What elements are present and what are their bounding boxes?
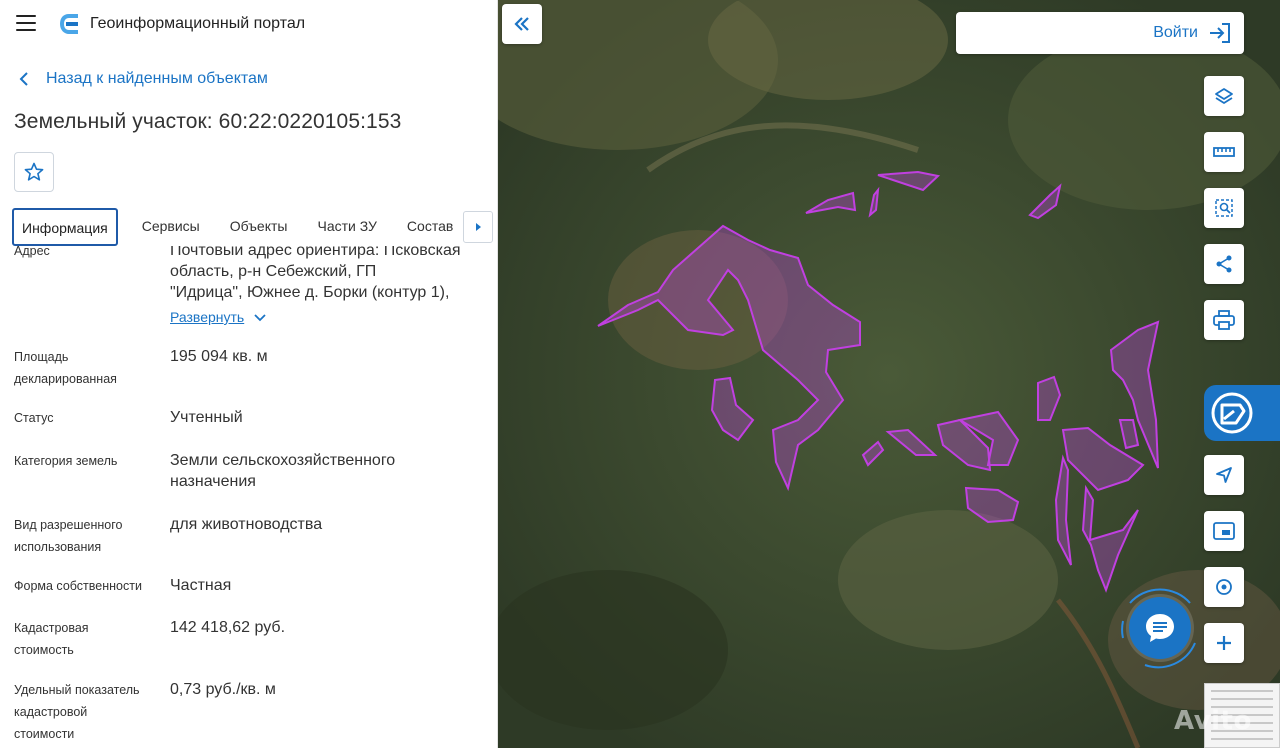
minimap-button[interactable] [1204,511,1244,551]
chat-button[interactable] [1129,597,1191,659]
expand-link-label: Развернуть [170,309,245,325]
info-value: Земли сельскохозяйственного назначения [170,450,490,492]
navigate-icon [1216,467,1232,483]
tab-information[interactable]: Информация [12,208,118,246]
minimap-icon [1213,522,1235,540]
info-label: Статус [14,411,54,425]
header: Геоинформационный портал [0,0,497,48]
info-value: Учтенный [170,409,243,426]
caret-right-icon [476,223,481,231]
label-line: стоимость [14,643,74,657]
info-row-address: Адрес Почтовый адрес ориентира: Псковска… [14,246,494,330]
tab-objects[interactable]: Объекты [210,208,298,246]
select-area-icon [1215,199,1233,217]
location-icon [1216,579,1232,595]
address-line-3: "Идрица", Южнее д. Борки (контур 1), [170,284,450,301]
collapse-panel-button[interactable] [502,4,542,44]
label-line: Кадастровая [14,621,89,635]
chevron-down-icon [254,313,266,321]
double-chevron-left-icon [514,17,529,31]
info-panel: Геоинформационный портал Назад к найденн… [0,0,498,748]
address-line-2: область, р-н Себежский, ГП [170,263,377,280]
watermark: Avito [1174,706,1252,736]
page-title: Земельный участок: 60:22:0220105:153 [14,110,402,133]
label-line: Площадь [14,350,69,364]
info-label: Площадь декларированная [14,346,164,390]
info-value: для животноводства [170,516,323,533]
tab-services[interactable]: Сервисы [132,208,210,246]
ruler-icon [1213,147,1235,157]
menu-icon[interactable] [16,15,36,31]
info-label: Форма собственности [14,579,142,593]
info-list: Адрес Почтовый адрес ориентира: Псковска… [0,246,497,748]
expand-link[interactable]: Развернуть [170,307,266,328]
info-label: Удельный показатель кадастровой стоимост… [14,679,164,745]
tab-composition[interactable]: Состав [387,208,463,246]
label-line: использования [14,540,102,554]
share-button[interactable] [1204,244,1244,284]
label-line: стоимости [14,727,75,741]
info-value: 0,73 руб./кв. м [170,681,276,698]
info-label: Вид разрешенного использования [14,514,164,558]
info-row-permitted-use: Вид разрешенного использования для живот… [14,514,494,564]
chevron-left-icon [19,72,28,86]
info-row-category: Категория земель Земли сельскохозяйствен… [14,450,494,500]
login-label: Войти [1153,24,1198,41]
map-view[interactable]: Войти Avito [498,0,1280,748]
zoom-in-button[interactable] [1204,623,1244,663]
login-button[interactable]: Войти [956,12,1244,54]
login-icon [1210,23,1230,43]
label-line: кадастровой [14,705,88,719]
chat-bubble-icon [1146,614,1174,642]
back-link[interactable]: Назад к найденным объектам [18,70,268,88]
layers-button[interactable] [1204,76,1244,116]
back-link-label: Назад к найденным объектам [46,70,268,87]
value-line: назначения [170,473,256,490]
tab-bar: Информация Сервисы Объекты Части ЗУ Сост… [12,208,496,246]
select-area-button[interactable] [1204,188,1244,228]
info-label: Категория земель [14,454,118,468]
info-label: Кадастровая стоимость [14,617,164,661]
plus-icon [1217,636,1231,650]
star-icon [24,162,44,181]
label-line: декларированная [14,372,117,386]
cadastral-map-tab[interactable] [1204,385,1280,441]
info-value: Почтовый адрес ориентира: Псковская обла… [170,246,490,328]
info-row-cadastral-value: Кадастровая стоимость 142 418,62 руб. [14,617,494,667]
tabs-scroll-right-button[interactable] [463,211,493,243]
label-line: Вид разрешенного [14,518,123,532]
info-label: Адрес [14,246,50,258]
info-value: Частная [170,577,232,594]
label-line: Удельный показатель [14,683,140,697]
navigate-button[interactable] [1204,455,1244,495]
info-value: 142 418,62 руб. [170,619,286,636]
info-row-specific-index: Удельный показатель кадастровой стоимост… [14,679,494,748]
info-value: 195 094 кв. м [170,348,268,365]
ruler-button[interactable] [1204,132,1244,172]
cadastral-logo-icon [1211,392,1253,434]
address-line-1: Почтовый адрес ориентира: Псковская [170,246,461,259]
my-location-button[interactable] [1204,567,1244,607]
info-row-ownership: Форма собственности Частная [14,575,494,605]
print-icon [1213,310,1235,330]
info-row-area: Площадь декларированная 195 094 кв. м [14,346,494,394]
tab-parts[interactable]: Части ЗУ [297,208,386,246]
chat-widget [1115,583,1205,673]
value-line: Земли сельскохозяйственного [170,452,396,469]
share-icon [1216,255,1232,273]
portal-logo-icon [60,14,78,34]
favorite-button[interactable] [14,152,54,192]
print-button[interactable] [1204,300,1244,340]
info-row-status: Статус Учтенный [14,407,494,437]
app-title: Геоинформационный портал [90,15,306,32]
layers-icon [1215,88,1233,104]
